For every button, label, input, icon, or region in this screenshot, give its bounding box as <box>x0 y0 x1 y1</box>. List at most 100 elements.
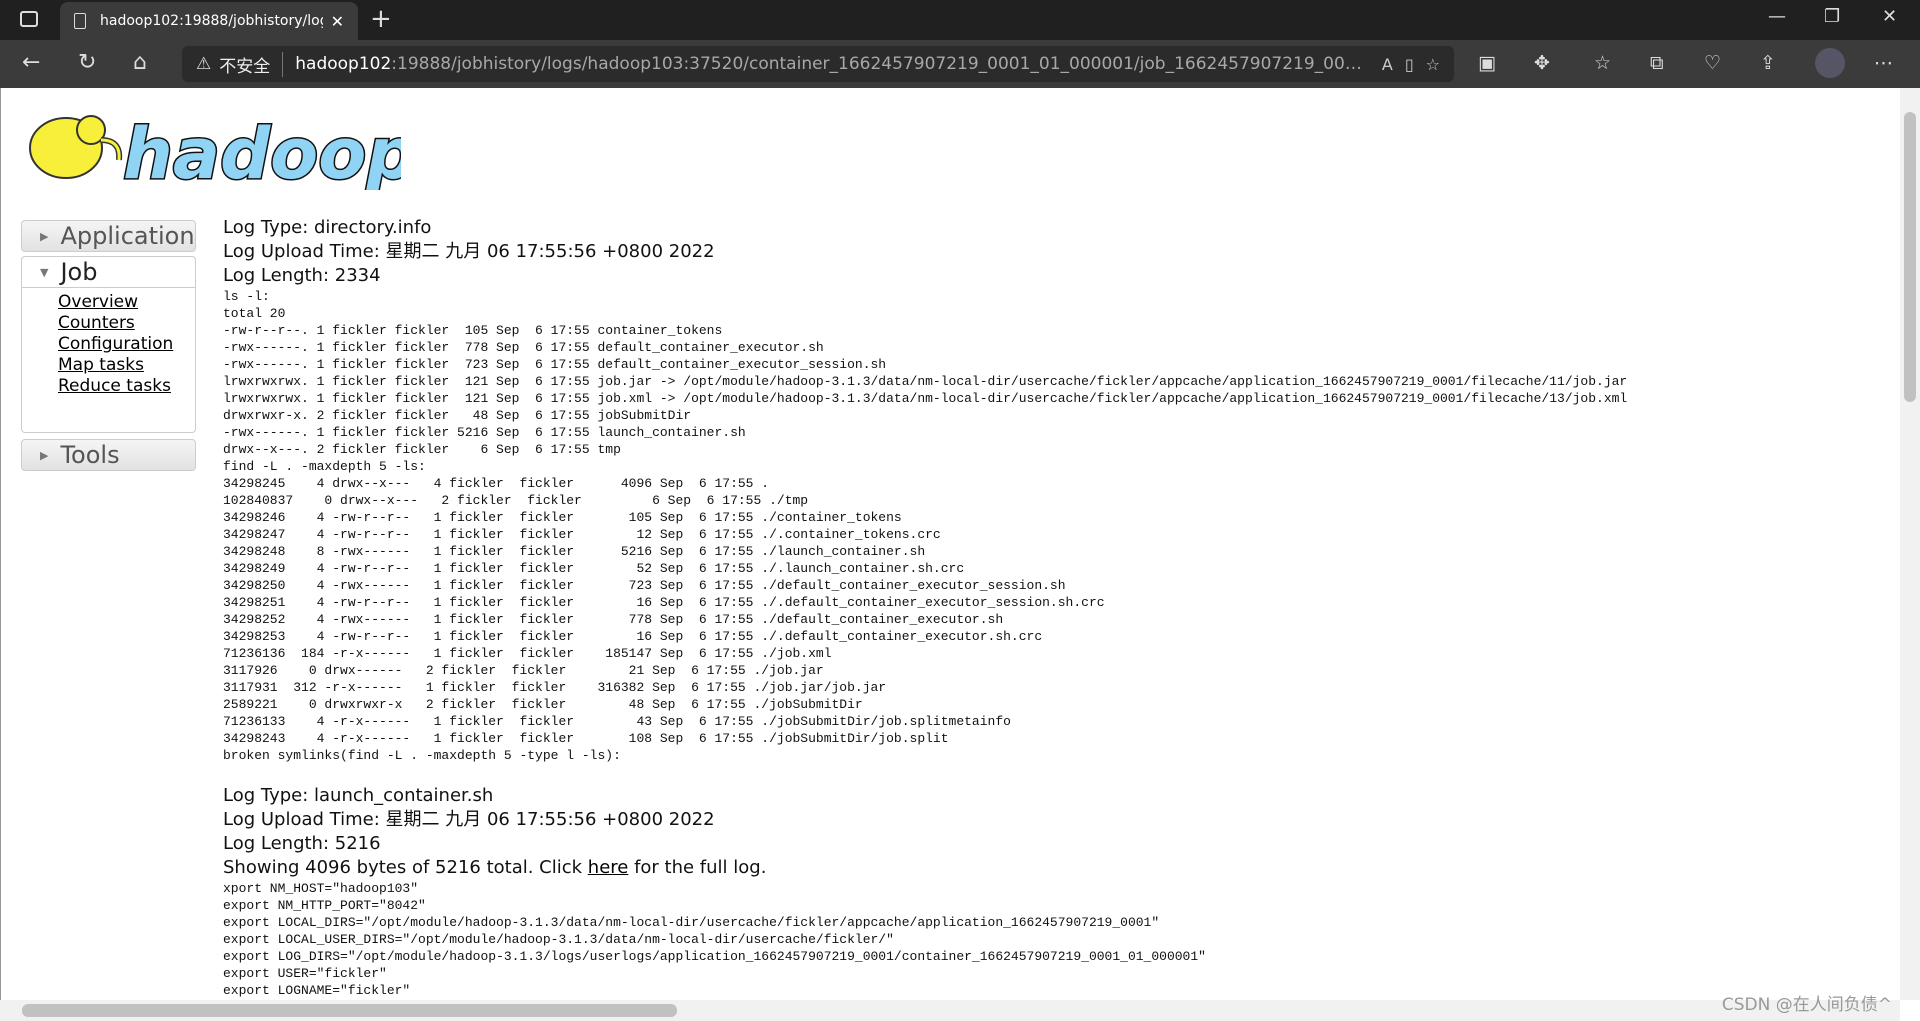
log-line: 3117926 0 drwx------ 2 fickler fickler 2… <box>223 663 824 678</box>
reload-icon[interactable]: ↻ <box>78 50 96 75</box>
sidebar: ▶ Application ▼ Job Overview Counters Conf… <box>21 220 196 471</box>
link-counters[interactable]: Counters <box>58 313 195 334</box>
log-line: 34298247 4 -rw-r--r-- 1 fickler fickler … <box>223 527 941 542</box>
browser-toolbar: ← ↻ ⌂ ⚠ 不安全 hadoop102 :19888/jobhistory/… <box>0 40 1920 88</box>
log-line: export LOGNAME="fickler" <box>223 983 411 998</box>
log-line: 34298251 4 -rw-r--r-- 1 fickler fickler … <box>223 595 1105 610</box>
profile-avatar[interactable] <box>1815 48 1845 78</box>
log-line: export USER="fickler" <box>223 966 387 981</box>
log-line: 102840837 0 drwx--x--- 2 fickler fickler… <box>223 493 809 508</box>
log-content: Log Type: directory.info Log Upload Time… <box>223 216 1893 1000</box>
home-icon[interactable]: ⌂ <box>133 50 147 75</box>
minimize-icon[interactable]: — <box>1768 6 1786 27</box>
tab-title: hadoop102:19888/jobhistory/logs/hadoop10… <box>100 13 323 29</box>
sidebar-section-application[interactable]: ▶ Application <box>21 220 196 252</box>
log-type: Log Type: directory.info <box>223 217 432 238</box>
full-log-link[interactable]: here <box>588 857 629 878</box>
caret-right-icon: ▶ <box>40 229 49 243</box>
caret-down-icon: ▼ <box>40 265 49 279</box>
svg-text:hadoop: hadoop <box>123 113 401 190</box>
page-content: hadoop ▶ Application ▼ Job Overview Counte… <box>0 88 1900 1000</box>
close-tab-icon[interactable]: ✕ <box>331 12 344 31</box>
log-line: 71236133 4 -r-x------ 1 fickler fickler … <box>223 714 1011 729</box>
favorites-icon[interactable]: ☆ <box>1594 52 1611 74</box>
log-length: Log Length: 2334 <box>223 265 381 286</box>
showing-notice: Showing 4096 bytes of 5216 total. Click … <box>223 856 1893 880</box>
read-aloud-icon[interactable]: A <box>1382 55 1393 74</box>
section-label: Tools <box>60 441 120 469</box>
extensions-icon[interactable]: ✥ <box>1534 52 1550 74</box>
log-line: export LOCAL_DIRS="/opt/module/hadoop-3.… <box>223 915 1160 930</box>
log-line: 34298246 4 -rw-r--r-- 1 fickler fickler … <box>223 510 902 525</box>
sidebar-section-job[interactable]: ▼ Job <box>21 256 196 288</box>
showing-text: Showing 4096 bytes of 5216 total. Click <box>223 857 588 878</box>
address-bar[interactable]: ⚠ 不安全 hadoop102 :19888/jobhistory/logs/h… <box>182 46 1454 82</box>
log-line: find -L . -maxdepth 5 -ls: <box>223 459 426 474</box>
log-type: Log Type: launch_container.sh <box>223 785 494 806</box>
reader-view-icon[interactable]: ▯ <box>1405 55 1414 74</box>
log-line: drwxrwxr-x. 2 fickler fickler 48 Sep 6 1… <box>223 408 692 423</box>
log-line: export LOG_DIRS="/opt/module/hadoop-3.1.… <box>223 949 1206 964</box>
log-upload-time: Log Upload Time: 星期二 九月 06 17:55:56 +080… <box>223 241 715 262</box>
watermark: CSDN @在人间负债^ <box>1721 995 1892 1015</box>
log-line: 34298245 4 drwx--x--- 4 fickler fickler … <box>223 476 770 491</box>
log-line: export LOCAL_USER_DIRS="/opt/module/hado… <box>223 932 894 947</box>
log-line: 2589221 0 drwxrwxr-x 2 fickler fickler 4… <box>223 697 863 712</box>
log-line: drwx--x---. 2 fickler fickler 6 Sep 6 17… <box>223 442 621 457</box>
log-text: xport NM_HOST="hadoop103"export NM_HTTP_… <box>223 880 1893 1000</box>
showing-text: for the full log. <box>628 857 767 878</box>
caret-right-icon: ▶ <box>40 448 49 462</box>
log-length: Log Length: 5216 <box>223 833 381 854</box>
log-line: broken symlinks(find -L . -maxdepth 5 -t… <box>223 748 621 763</box>
log-line: lrwxrwxrwx. 1 fickler fickler 121 Sep 6 … <box>223 391 1628 406</box>
log-line: 34298253 4 -rw-r--r-- 1 fickler fickler … <box>223 629 1043 644</box>
scroll-thumb[interactable] <box>22 1004 677 1017</box>
favorite-add-icon[interactable]: ☆ <box>1426 55 1440 74</box>
restore-icon[interactable]: ❐ <box>1824 6 1840 27</box>
log-line: lrwxrwxrwx. 1 fickler fickler 121 Sep 6 … <box>223 374 1628 389</box>
link-configuration[interactable]: Configuration <box>58 334 195 355</box>
url-path: :19888/jobhistory/logs/hadoop103:37520/c… <box>391 54 1370 74</box>
warning-icon: ⚠ <box>196 54 212 74</box>
browser-tab[interactable]: hadoop102:19888/jobhistory/logs/hadoop10… <box>60 2 358 40</box>
sidebar-section-tools[interactable]: ▶ Tools <box>21 439 196 471</box>
insecure-label[interactable]: 不安全 <box>219 51 284 77</box>
section-label: Job <box>60 258 98 286</box>
horizontal-scrollbar[interactable] <box>0 1000 1900 1021</box>
close-window-icon[interactable]: ✕ <box>1882 6 1897 27</box>
log-line: 34298249 4 -rw-r--r-- 1 fickler fickler … <box>223 561 965 576</box>
log-line: 34298248 8 -rwx------ 1 fickler fickler … <box>223 544 926 559</box>
link-reduce-tasks[interactable]: Reduce tasks <box>58 376 195 397</box>
url-host: hadoop102 <box>295 54 392 74</box>
more-icon[interactable]: ⋯ <box>1874 52 1893 74</box>
log-line: xport NM_HOST="hadoop103" <box>223 881 419 896</box>
log-line: -rwx------. 1 fickler fickler 778 Sep 6 … <box>223 340 824 355</box>
log-line: -rwx------. 1 fickler fickler 723 Sep 6 … <box>223 357 887 372</box>
scroll-thumb[interactable] <box>1904 112 1916 402</box>
job-links: Overview Counters Configuration Map task… <box>21 288 196 433</box>
link-map-tasks[interactable]: Map tasks <box>58 355 195 376</box>
back-icon[interactable]: ← <box>22 50 40 75</box>
log-line: export NM_HTTP_PORT="8042" <box>223 898 426 913</box>
vertical-scrollbar[interactable] <box>1900 88 1920 1000</box>
link-overview[interactable]: Overview <box>58 292 195 313</box>
log-text: ls -l: total 20 -rw-r--r--. 1 fickler fick… <box>223 288 1893 764</box>
extension-icon[interactable]: ▣ <box>1478 52 1496 74</box>
log-line: ls -l: <box>223 289 270 304</box>
sidebar-toggle-icon[interactable] <box>20 11 38 27</box>
share-icon[interactable]: ⇪ <box>1760 52 1776 74</box>
log-line: -rw-r--r--. 1 fickler fickler 105 Sep 6 … <box>223 323 723 338</box>
page-icon <box>74 13 86 29</box>
log-line: total 20 <box>223 306 286 321</box>
log-line: 71236136 184 -r-x------ 1 fickler fickle… <box>223 646 832 661</box>
log-line: -rwx------. 1 fickler fickler 5216 Sep 6… <box>223 425 746 440</box>
browser-essentials-icon[interactable]: ♡ <box>1704 52 1721 74</box>
section-label: Application <box>60 222 195 250</box>
new-tab-button[interactable]: + <box>370 4 392 34</box>
log-line: 34298252 4 -rwx------ 1 fickler fickler … <box>223 612 1004 627</box>
collections-icon[interactable]: ⧉ <box>1650 52 1664 74</box>
hadoop-logo: hadoop <box>29 112 401 190</box>
log-upload-time: Log Upload Time: 星期二 九月 06 17:55:56 +080… <box>223 809 715 830</box>
log-line: 34298243 4 -r-x------ 1 fickler fickler … <box>223 731 949 746</box>
log-line: 3117931 312 -r-x------ 1 fickler fickler… <box>223 680 887 695</box>
